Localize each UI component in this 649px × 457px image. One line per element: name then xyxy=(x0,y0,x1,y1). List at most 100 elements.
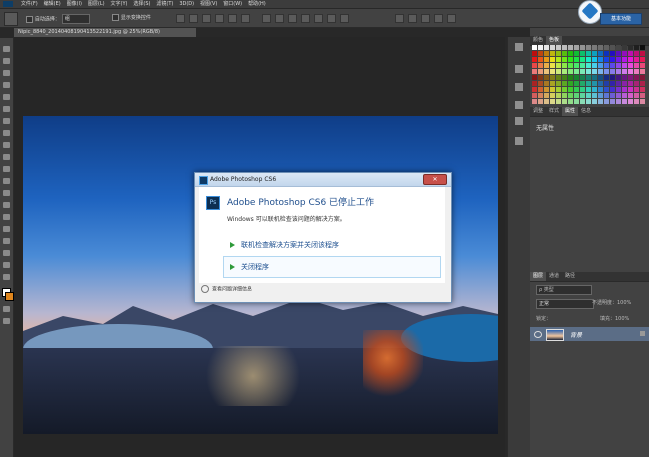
tab-paths[interactable]: 路径 xyxy=(562,272,578,281)
color-swatch[interactable] xyxy=(574,75,579,80)
color-swatch[interactable] xyxy=(592,81,597,86)
menu-help[interactable]: 帮助(H) xyxy=(248,0,266,8)
color-swatch[interactable] xyxy=(568,93,573,98)
color-swatch[interactable] xyxy=(568,45,573,50)
color-swatch[interactable] xyxy=(604,63,609,68)
color-swatch[interactable] xyxy=(640,45,645,50)
color-swatch[interactable] xyxy=(568,63,573,68)
3d-slide-icon[interactable] xyxy=(433,14,443,23)
color-swatch[interactable] xyxy=(610,57,615,62)
color-swatch[interactable] xyxy=(616,69,621,74)
color-swatch[interactable] xyxy=(634,69,639,74)
color-swatch[interactable] xyxy=(586,57,591,62)
color-swatch[interactable] xyxy=(586,99,591,104)
color-swatch[interactable] xyxy=(544,63,549,68)
distribute-left-icon[interactable] xyxy=(300,14,310,23)
color-swatch[interactable] xyxy=(562,63,567,68)
paragraph-icon[interactable] xyxy=(515,117,523,125)
character-icon[interactable] xyxy=(515,101,523,109)
color-swatch[interactable] xyxy=(598,99,603,104)
color-swatch[interactable] xyxy=(586,81,591,86)
crop-tool-icon[interactable] xyxy=(3,94,10,100)
color-swatch[interactable] xyxy=(640,93,645,98)
color-swatch[interactable] xyxy=(610,51,615,56)
color-swatch[interactable] xyxy=(604,57,609,62)
color-swatch[interactable] xyxy=(538,57,543,62)
color-swatch[interactable] xyxy=(556,69,561,74)
color-swatch[interactable] xyxy=(568,69,573,74)
color-swatch[interactable] xyxy=(628,63,633,68)
quick-mask-icon[interactable] xyxy=(3,306,10,312)
color-swatch[interactable] xyxy=(580,75,585,80)
color-swatch[interactable] xyxy=(628,87,633,92)
color-swatch[interactable] xyxy=(622,87,627,92)
color-swatch[interactable] xyxy=(568,99,573,104)
color-swatch[interactable] xyxy=(562,51,567,56)
color-swatch[interactable] xyxy=(592,99,597,104)
color-swatch[interactable] xyxy=(598,93,603,98)
color-swatch[interactable] xyxy=(604,51,609,56)
color-swatch[interactable] xyxy=(592,63,597,68)
3d-drag-icon[interactable] xyxy=(420,14,430,23)
tab-properties[interactable]: 属性 xyxy=(562,107,579,116)
color-swatch[interactable] xyxy=(550,45,555,50)
color-swatch[interactable] xyxy=(610,75,615,80)
color-swatch[interactable] xyxy=(616,63,621,68)
menu-select[interactable]: 选择(S) xyxy=(133,0,150,8)
color-swatch[interactable] xyxy=(544,75,549,80)
play-icon[interactable] xyxy=(515,43,523,51)
color-swatch[interactable] xyxy=(604,81,609,86)
menu-3d[interactable]: 3D(D) xyxy=(179,0,194,8)
color-swatch[interactable] xyxy=(532,57,537,62)
color-swatch[interactable] xyxy=(598,57,603,62)
color-swatch[interactable] xyxy=(598,45,603,50)
color-swatch[interactable] xyxy=(550,99,555,104)
auto-select-dropdown[interactable]: 组 xyxy=(61,14,90,24)
color-swatch[interactable] xyxy=(562,45,567,50)
color-swatch[interactable] xyxy=(574,87,579,92)
dialog-close-button[interactable]: ✕ xyxy=(423,174,447,185)
color-swatch[interactable] xyxy=(634,87,639,92)
color-swatch[interactable] xyxy=(628,57,633,62)
color-swatch[interactable] xyxy=(532,45,537,50)
tab-color[interactable]: 颜色 xyxy=(530,36,546,45)
color-swatch[interactable] xyxy=(544,99,549,104)
color-swatch[interactable] xyxy=(568,57,573,62)
color-swatch[interactable] xyxy=(532,75,537,80)
color-swatch[interactable] xyxy=(592,75,597,80)
history-brush-tool-icon[interactable] xyxy=(3,154,10,160)
color-swatch[interactable] xyxy=(532,63,537,68)
color-swatch[interactable] xyxy=(538,87,543,92)
color-swatch[interactable] xyxy=(562,81,567,86)
color-swatch[interactable] xyxy=(562,75,567,80)
color-swatch[interactable] xyxy=(580,45,585,50)
color-swatch[interactable] xyxy=(544,69,549,74)
color-swatch[interactable] xyxy=(640,75,645,80)
color-swatch[interactable] xyxy=(574,57,579,62)
move-tool-icon[interactable] xyxy=(3,46,10,52)
menu-window[interactable]: 窗口(W) xyxy=(223,0,242,8)
tab-layers[interactable]: 图层 xyxy=(530,272,547,281)
auto-align-icon[interactable] xyxy=(339,14,349,23)
color-swatch[interactable] xyxy=(622,99,627,104)
color-swatch[interactable] xyxy=(598,63,603,68)
color-swatch[interactable] xyxy=(592,87,597,92)
align-right-icon[interactable] xyxy=(240,14,250,23)
color-swatch[interactable] xyxy=(538,69,543,74)
distribute-bottom-icon[interactable] xyxy=(287,14,297,23)
color-swatch[interactable] xyxy=(544,93,549,98)
color-swatch[interactable] xyxy=(628,75,633,80)
close-program-option[interactable]: 关闭程序 xyxy=(223,256,441,278)
color-swatch[interactable] xyxy=(556,75,561,80)
align-bottom-icon[interactable] xyxy=(201,14,211,23)
color-swatch[interactable] xyxy=(568,87,573,92)
color-swatch[interactable] xyxy=(604,69,609,74)
color-swatch[interactable] xyxy=(634,93,639,98)
color-swatch[interactable] xyxy=(568,75,573,80)
color-swatch[interactable] xyxy=(598,81,603,86)
clone-stamp-tool-icon[interactable] xyxy=(3,142,10,148)
color-swatch[interactable] xyxy=(640,51,645,56)
3d-roll-icon[interactable] xyxy=(407,14,417,23)
color-swatch[interactable] xyxy=(592,57,597,62)
color-swatch[interactable] xyxy=(532,99,537,104)
